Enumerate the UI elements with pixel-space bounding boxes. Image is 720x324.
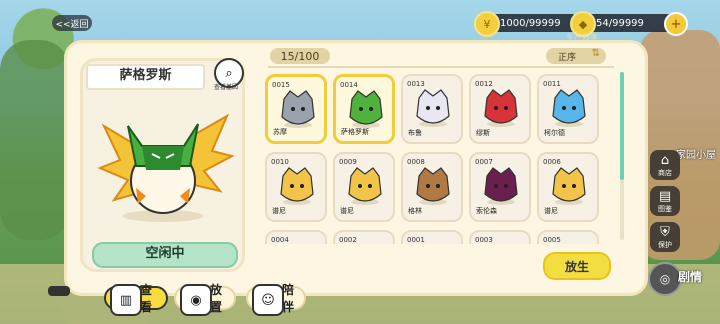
pet-cell[interactable]: 0003 — [469, 230, 531, 244]
pet-thumbnail — [281, 90, 315, 128]
pet-name-label: 谱尼 — [272, 207, 286, 215]
release-button[interactable]: 放生 — [543, 252, 611, 280]
back-button[interactable]: <<返回 — [52, 15, 92, 31]
book-icon: ▥ — [110, 284, 142, 316]
side-guide-button[interactable]: ▤ 图鉴 — [650, 186, 680, 216]
tab-view[interactable]: ▥ 查看 — [104, 283, 168, 316]
view-gene-label: 查看基因 — [213, 84, 238, 91]
pet-cell[interactable]: 0006 谱尼 — [537, 152, 599, 222]
pet-name-label: 谱尼 — [340, 207, 354, 215]
pet-name-label: 萨格罗斯 — [341, 128, 369, 136]
pet-thumbnail — [484, 89, 518, 127]
pet-cell[interactable]: 0015 苏摩 — [265, 74, 327, 144]
coin-icon: ¥ — [474, 11, 500, 37]
pet-name-label: 谱尼 — [544, 207, 558, 215]
currency-food: ◆ 54/99999 + — [570, 11, 688, 37]
pet-thumbnail — [411, 242, 455, 244]
pet-thumbnail — [348, 167, 382, 205]
pet-name-label: 苏摩 — [273, 128, 287, 136]
pet-cell[interactable]: 0014 萨格罗斯 — [333, 74, 395, 144]
pet-grid: 0015 苏摩 0014 萨格罗斯 0013 布鲁 0012 缪斯 0011 柯尔德 0010 谱尼 0… — [265, 74, 617, 244]
grid-scrollbar[interactable] — [620, 72, 624, 240]
pet-cell[interactable]: 0013 布鲁 — [401, 74, 463, 144]
shop-icon: ⌂ — [660, 153, 670, 168]
pet-cell[interactable]: 0009 谱尼 — [333, 152, 395, 222]
tab-companion[interactable]: ☺ 陪伴 — [246, 283, 306, 316]
left-hint-badge — [48, 286, 70, 296]
header-divider — [268, 66, 614, 68]
home-label: 家园小屋 — [676, 150, 716, 161]
pet-thumbnail — [416, 167, 450, 205]
story-button[interactable]: ◎ — [648, 262, 682, 296]
pet-portrait — [97, 113, 234, 222]
companion-icon: ☺ — [252, 284, 284, 316]
tab-companion-label: 陪伴 — [282, 283, 295, 314]
currency-coin: ¥ 1000/99999 — [474, 11, 580, 37]
pet-thumbnail — [416, 89, 450, 127]
scrollbar-thumb[interactable] — [620, 72, 624, 180]
pet-icon: ◉ — [180, 284, 212, 316]
pet-thumbnail — [552, 167, 586, 205]
sort-label: 正序 — [558, 52, 577, 63]
tab-view-label: 查看 — [140, 283, 153, 314]
pet-name-label: 柯尔德 — [544, 129, 565, 137]
pet-cell[interactable]: 0004 — [265, 230, 327, 244]
pet-cell[interactable]: 0010 谱尼 — [265, 152, 327, 222]
side-shop-label: 商店 — [658, 169, 672, 177]
shield-icon: ⛨ — [660, 225, 670, 240]
pet-name-label: 布鲁 — [408, 129, 422, 137]
pet-name: 萨格罗斯 — [86, 64, 205, 90]
pet-thumbnail — [552, 89, 586, 127]
pet-thumbnail — [547, 242, 591, 244]
pet-cell[interactable]: 0005 — [537, 230, 599, 244]
pet-name-label: 格林 — [408, 207, 422, 215]
pet-thumbnail — [484, 167, 518, 205]
pet-thumbnail — [275, 242, 319, 244]
pet-thumbnail — [349, 90, 383, 128]
food-value: 54/99999 — [596, 17, 644, 29]
pet-name-label: 缪斯 — [476, 129, 490, 137]
pet-name-label: 索伦森 — [476, 207, 497, 215]
pet-cell[interactable]: 0001 — [401, 230, 463, 244]
pet-thumbnail — [343, 242, 387, 244]
side-shop-button[interactable]: ⌂ 商店 — [650, 150, 680, 180]
add-currency-button[interactable]: + — [664, 12, 688, 36]
collection-count: 15/100 — [270, 48, 330, 64]
story-icon: ◎ — [659, 272, 671, 286]
side-protect-label: 保护 — [658, 241, 672, 249]
tab-place[interactable]: ◉ 放置 — [174, 283, 236, 316]
story-label: 剧情 — [678, 270, 703, 284]
side-guide-label: 图鉴 — [658, 205, 672, 213]
side-protect-button[interactable]: ⛨ 保护 — [650, 222, 680, 252]
pet-cell[interactable]: 0007 索伦森 — [469, 152, 531, 222]
tree-decoration — [0, 40, 70, 240]
pet-thumbnail — [280, 167, 314, 205]
coin-value: 1000/99999 — [500, 17, 561, 29]
pet-cell[interactable]: 0008 格林 — [401, 152, 463, 222]
pet-cell[interactable]: 0012 缪斯 — [469, 74, 531, 144]
status-badge: 空闲中 — [92, 242, 238, 268]
sort-icon: ⇅ — [591, 48, 600, 59]
magnifier-icon: ⌕ — [225, 65, 233, 81]
tab-place-label: 放置 — [210, 283, 223, 314]
pet-cell[interactable]: 0002 — [333, 230, 395, 244]
guide-icon: ▤ — [658, 189, 672, 204]
pet-thumbnail — [479, 242, 523, 244]
pet-cell[interactable]: 0011 柯尔德 — [537, 74, 599, 144]
sort-button[interactable]: 正序 ⇅ — [546, 48, 606, 64]
